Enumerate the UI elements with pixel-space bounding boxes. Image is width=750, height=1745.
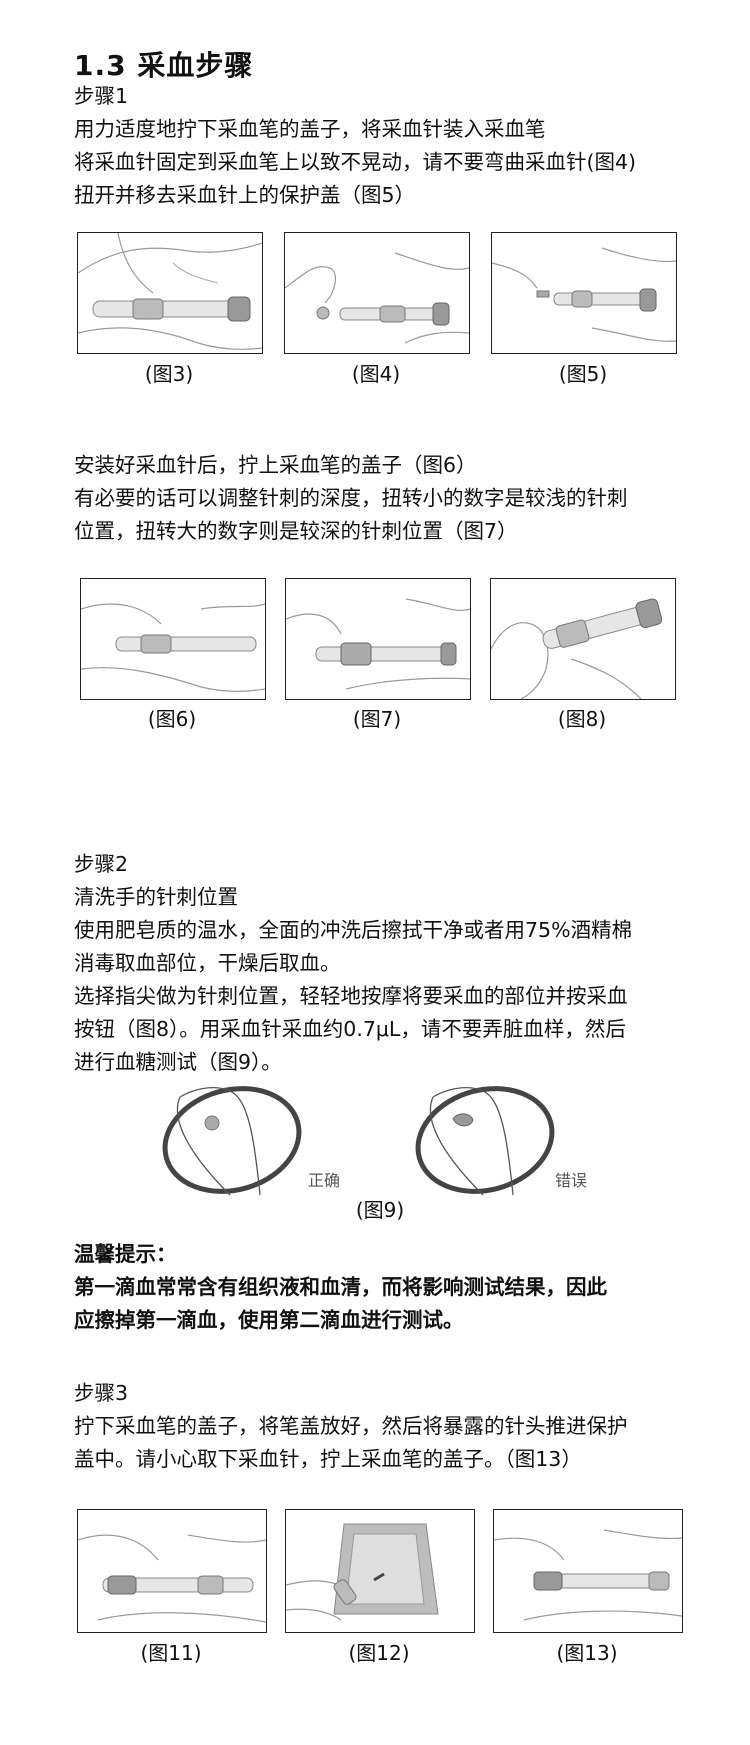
figure-3-image: [77, 232, 263, 354]
step1-line: 用力适度地拧下采血笔的盖子，将采血针装入采血笔: [74, 117, 546, 141]
figure-13-image: [493, 1509, 683, 1633]
hand-pen-illustration: [286, 598, 470, 690]
hand-pen-illustration: [285, 252, 469, 344]
step2-line: 清洗手的针刺位置: [74, 885, 238, 909]
figure-6-image: [80, 578, 266, 700]
figure-caption: (图6): [147, 707, 197, 731]
figure-caption: (图9): [355, 1198, 405, 1222]
tip-line: 应擦掉第一滴血，使用第二滴血进行测试。: [74, 1308, 464, 1332]
hand-pen-illustration: [81, 603, 265, 692]
figure-caption: (图12): [348, 1641, 410, 1665]
figure-12-image: [285, 1509, 475, 1633]
hand-pen-illustration: [78, 233, 262, 350]
tip-line: 第一滴血常常含有组织液和血清，而将影响测试结果，因此: [74, 1275, 607, 1299]
tip-heading: 温馨提示：: [74, 1242, 177, 1266]
figure-7-image: [285, 578, 471, 700]
figure-caption: (图11): [140, 1641, 202, 1665]
figure-5-image: [491, 232, 677, 354]
figure-caption: (图4): [351, 362, 401, 386]
step1b-line: 位置，扭转大的数字则是较深的针刺位置（图7）: [74, 519, 518, 543]
hand-pen-illustration: [491, 598, 663, 699]
hand-pen-illustration: [492, 247, 676, 342]
correct-label: 正确: [308, 1171, 341, 1190]
fingertip-wrong-illustration: [415, 1086, 555, 1196]
step1b-text: 安装好采血针后，拧上采血笔的盖子（图6） 有必要的话可以调整针刺的深度，扭转小的…: [74, 449, 628, 548]
step3-line: 拧下采血笔的盖子，将笔盖放好，然后将暴露的针头推进保护: [74, 1414, 628, 1438]
step3-heading: 步骤3: [74, 1381, 129, 1405]
figure-caption: (图8): [557, 707, 607, 731]
step1-text: 步骤1 用力适度地拧下采血笔的盖子，将采血针装入采血笔 将采血针固定到采血笔上以…: [74, 80, 636, 212]
wrong-label: 错误: [555, 1171, 588, 1190]
step1-line: 将采血针固定到采血笔上以致不晃动，请不要弯曲采血针(图4): [74, 150, 637, 174]
step1-heading: 步骤1: [74, 84, 129, 108]
step2-line: 按钮（图8）。用采血针采血约0.7μL，请不要弄脏血样，然后: [74, 1017, 626, 1041]
step1b-line: 安装好采血针后，拧上采血笔的盖子（图6）: [74, 453, 477, 477]
figure-4-image: [284, 232, 470, 354]
step1b-line: 有必要的话可以调整针刺的深度，扭转小的数字是较浅的针刺: [74, 486, 628, 510]
step2-line: 消毒取血部位，干燥后取血。: [74, 951, 341, 975]
figure-8-image: [490, 578, 676, 700]
hand-pen-illustration: [494, 1529, 682, 1621]
figure-caption: (图13): [556, 1641, 618, 1665]
fingertip-correct-illustration: [162, 1086, 302, 1196]
step3-line: 盖中。请小心取下采血针，拧上采血笔的盖子。（图13）: [74, 1447, 582, 1471]
figure-caption: (图3): [144, 362, 194, 386]
step2-heading: 步骤2: [74, 852, 129, 876]
figure-caption: (图7): [352, 707, 402, 731]
step2-text: 步骤2 清洗手的针刺位置 使用肥皂质的温水，全面的冲洗后擦拭干净或者用75%酒精…: [74, 848, 632, 1079]
page-title: 1.3 采血步骤: [74, 49, 254, 82]
step1-line: 扭开并移去采血针上的保护盖（图5）: [74, 183, 416, 207]
step2-line: 选择指尖做为针刺位置，轻轻地按摩将要采血的部位并按采血: [74, 984, 628, 1008]
figure-caption: (图5): [558, 362, 608, 386]
step2-line: 进行血糖测试（图9）。: [74, 1050, 282, 1074]
tip-text: 温馨提示： 第一滴血常常含有组织液和血清，而将影响测试结果，因此 应擦掉第一滴血…: [74, 1238, 607, 1337]
disposal-tray-illustration: [286, 1523, 439, 1621]
figure-11-image: [77, 1509, 267, 1633]
hand-pen-illustration: [78, 1534, 266, 1623]
step2-line: 使用肥皂质的温水，全面的冲洗后擦拭干净或者用75%酒精棉: [74, 918, 633, 942]
step3-text: 步骤3 拧下采血笔的盖子，将笔盖放好，然后将暴露的针头推进保护 盖中。请小心取下…: [74, 1377, 628, 1476]
